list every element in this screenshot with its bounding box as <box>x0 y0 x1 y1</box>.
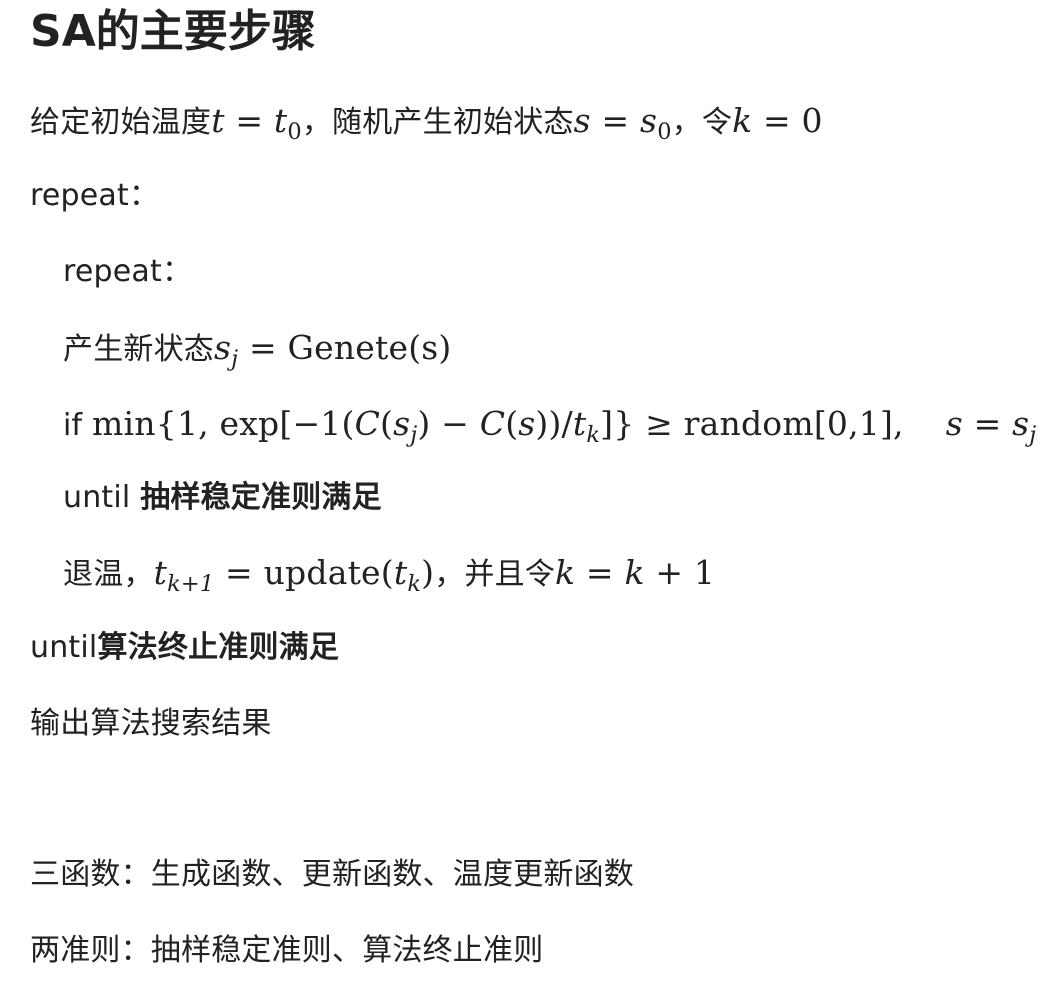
if-keyword: if <box>63 408 93 443</box>
cooling-formula: tk+1 = update(tk) <box>153 553 435 598</box>
cooling-text-2: ，并且令 <box>434 557 555 592</box>
increment-formula: k = k + 1 <box>555 553 716 592</box>
init-state-formula: s = s0 <box>573 101 672 146</box>
sampling-criterion: 抽样稳定准则满足 <box>140 480 382 515</box>
until-keyword-outer: until <box>30 630 98 665</box>
step-accept-condition: if min{1, exp[−1(C(sj) − C(s))/tk]} ≥ ra… <box>63 404 1036 455</box>
termination-criterion: 算法终止准则满足 <box>97 630 340 665</box>
generate-text: 产生新状态 <box>63 332 214 367</box>
init-k-formula: k = 0 <box>732 101 823 140</box>
generate-formula: sj = Genete(s) <box>214 328 452 373</box>
until-keyword: until <box>63 480 141 515</box>
cooling-text: 退温， <box>63 557 154 592</box>
init-text: 给定初始温度 <box>30 105 212 140</box>
step-cooling: 退温，tk+1 = update(tk)，并且令k = k + 1 <box>63 553 715 604</box>
accept-formula: min{1, exp[−1(C(sj) − C(s))/tk]} ≥ rando… <box>92 404 1037 449</box>
inner-until: until 抽样稳定准则满足 <box>63 478 382 518</box>
step-generate-state: 产生新状态sj = Genete(s) <box>63 328 452 379</box>
init-text-3: ，令 <box>671 105 733 140</box>
page-title: SA的主要步骤 <box>30 6 316 57</box>
step-initialize: 给定初始温度t = t0，随机产生初始状态s = s0，令k = 0 <box>30 101 823 152</box>
inner-repeat: repeat： <box>63 254 193 289</box>
init-text-2: ，随机产生初始状态 <box>301 105 574 140</box>
two-criteria: 两准则：抽样稳定准则、算法终止准则 <box>30 933 544 968</box>
outer-repeat: repeat： <box>30 178 160 213</box>
three-functions: 三函数：生成函数、更新函数、温度更新函数 <box>30 857 634 892</box>
output-result: 输出算法搜索结果 <box>30 706 272 741</box>
init-temp-formula: t = t0 <box>211 101 302 146</box>
outer-until: until算法终止准则满足 <box>30 628 339 668</box>
